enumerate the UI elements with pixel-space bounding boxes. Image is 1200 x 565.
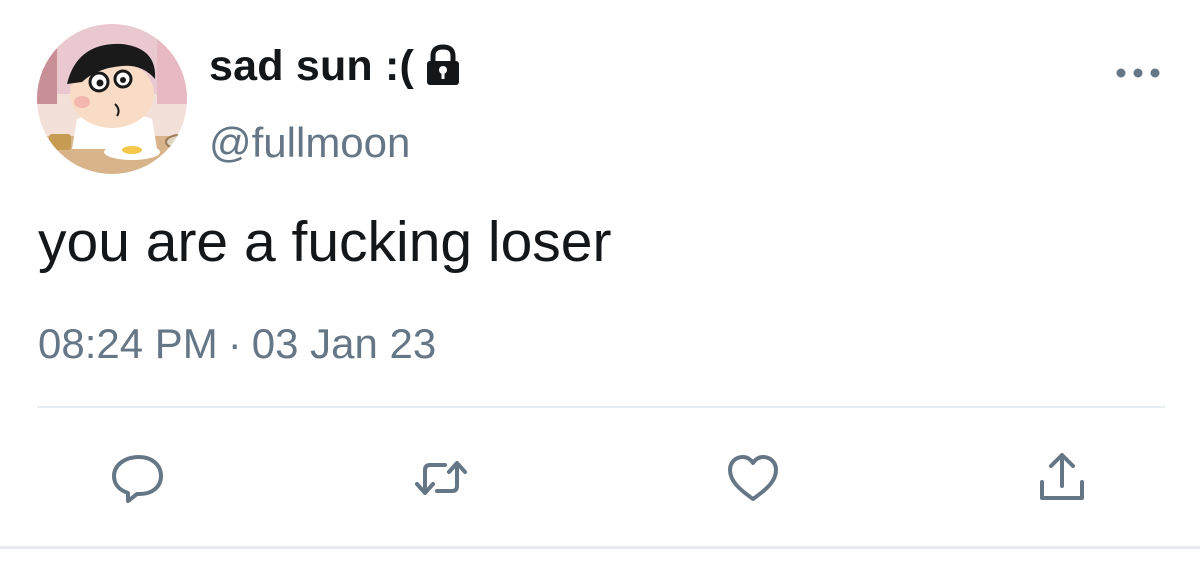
tweet-card: sad sun :( @fullmoon you are a fucking l…: [0, 0, 1200, 565]
avatar[interactable]: [37, 24, 187, 174]
display-name-row: sad sun :(: [209, 40, 464, 92]
share-button[interactable]: [1032, 448, 1092, 508]
heart-icon: [728, 455, 778, 501]
more-icon[interactable]: [1113, 58, 1163, 88]
tweet-date: 03 Jan 23: [251, 320, 437, 367]
timestamp-separator: ·: [227, 320, 242, 367]
display-name[interactable]: sad sun :(: [209, 40, 414, 92]
handle[interactable]: @fullmoon: [209, 117, 410, 169]
like-button[interactable]: [723, 448, 783, 508]
lock-icon: [422, 44, 464, 88]
retweet-icon: [415, 461, 467, 495]
timestamp[interactable]: 08:24 PM · 03 Jan 23: [38, 318, 436, 370]
share-icon: [1040, 453, 1084, 500]
bottom-divider: [0, 546, 1200, 549]
retweet-button[interactable]: [411, 448, 471, 508]
reply-button[interactable]: [107, 448, 167, 508]
divider: [37, 406, 1165, 408]
tweet-time: 08:24 PM: [38, 320, 218, 367]
comment-icon: [112, 455, 163, 503]
tweet-text: you are a fucking loser: [38, 210, 612, 274]
avatar-image: [37, 24, 187, 174]
